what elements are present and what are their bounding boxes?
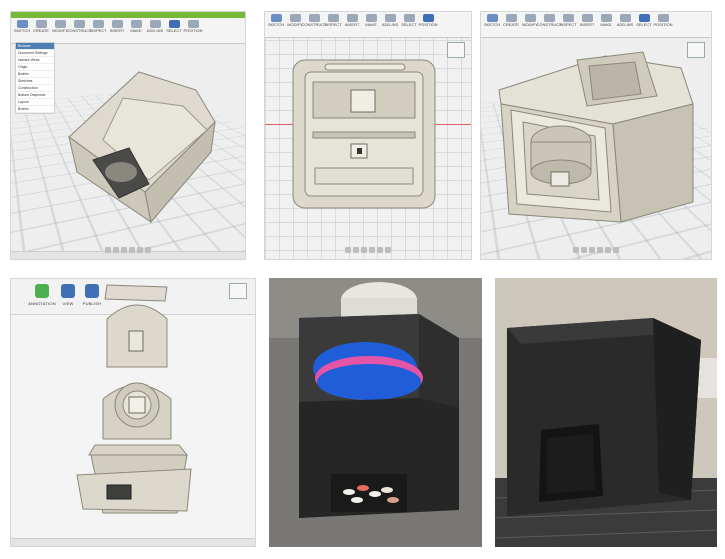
pan-icon[interactable] [113, 247, 119, 253]
cad-panel-perspective: SKETCH CREATE MODIFY CONSTRUCT INSPECT INSERT… [480, 11, 712, 260]
orbit-icon[interactable] [573, 247, 579, 253]
photo-printed-dispenser-top [269, 278, 482, 547]
fit-icon[interactable] [597, 247, 603, 253]
orbit-icon[interactable] [105, 247, 111, 253]
cad-panel-isometric: SKETCH CREATE MODIFY CONSTRUCT INSPECT INSERT… [10, 11, 246, 260]
display-settings-icon[interactable] [137, 247, 143, 253]
display-settings-icon[interactable] [605, 247, 611, 253]
orbit-icon[interactable] [345, 247, 351, 253]
grid-settings-icon[interactable] [385, 247, 391, 253]
grid-settings-icon[interactable] [145, 247, 151, 253]
pan-icon[interactable] [581, 247, 587, 253]
pan-icon[interactable] [353, 247, 359, 253]
nav-toolbar [105, 247, 151, 255]
display-settings-icon[interactable] [377, 247, 383, 253]
printed-dispenser-front-photo [495, 278, 717, 547]
photo-printed-dispenser-front [495, 278, 717, 547]
image-collage: SKETCH CREATE MODIFY CONSTRUCT INSPECT INSERT… [0, 0, 725, 559]
dispenser-model-perspective[interactable] [481, 12, 712, 260]
dispenser-model-3d[interactable] [11, 12, 246, 260]
grid-settings-icon[interactable] [613, 247, 619, 253]
timeline-bar[interactable] [11, 538, 255, 546]
cad-panel-top-view: SKETCH MODIFY CONSTRUCT INSPECT INSERT MAKE AD… [264, 11, 472, 260]
cad-panel-exploded: ANNOTATION VIEW PUBLISH [10, 278, 256, 547]
fit-icon[interactable] [129, 247, 135, 253]
zoom-icon[interactable] [361, 247, 367, 253]
nav-toolbar [573, 247, 619, 255]
nav-toolbar [345, 247, 391, 255]
dispenser-model-top[interactable] [265, 12, 472, 260]
zoom-icon[interactable] [589, 247, 595, 253]
zoom-icon[interactable] [121, 247, 127, 253]
fit-icon[interactable] [369, 247, 375, 253]
exploded-parts-model[interactable] [11, 279, 256, 547]
printed-dispenser-photo [269, 278, 482, 547]
